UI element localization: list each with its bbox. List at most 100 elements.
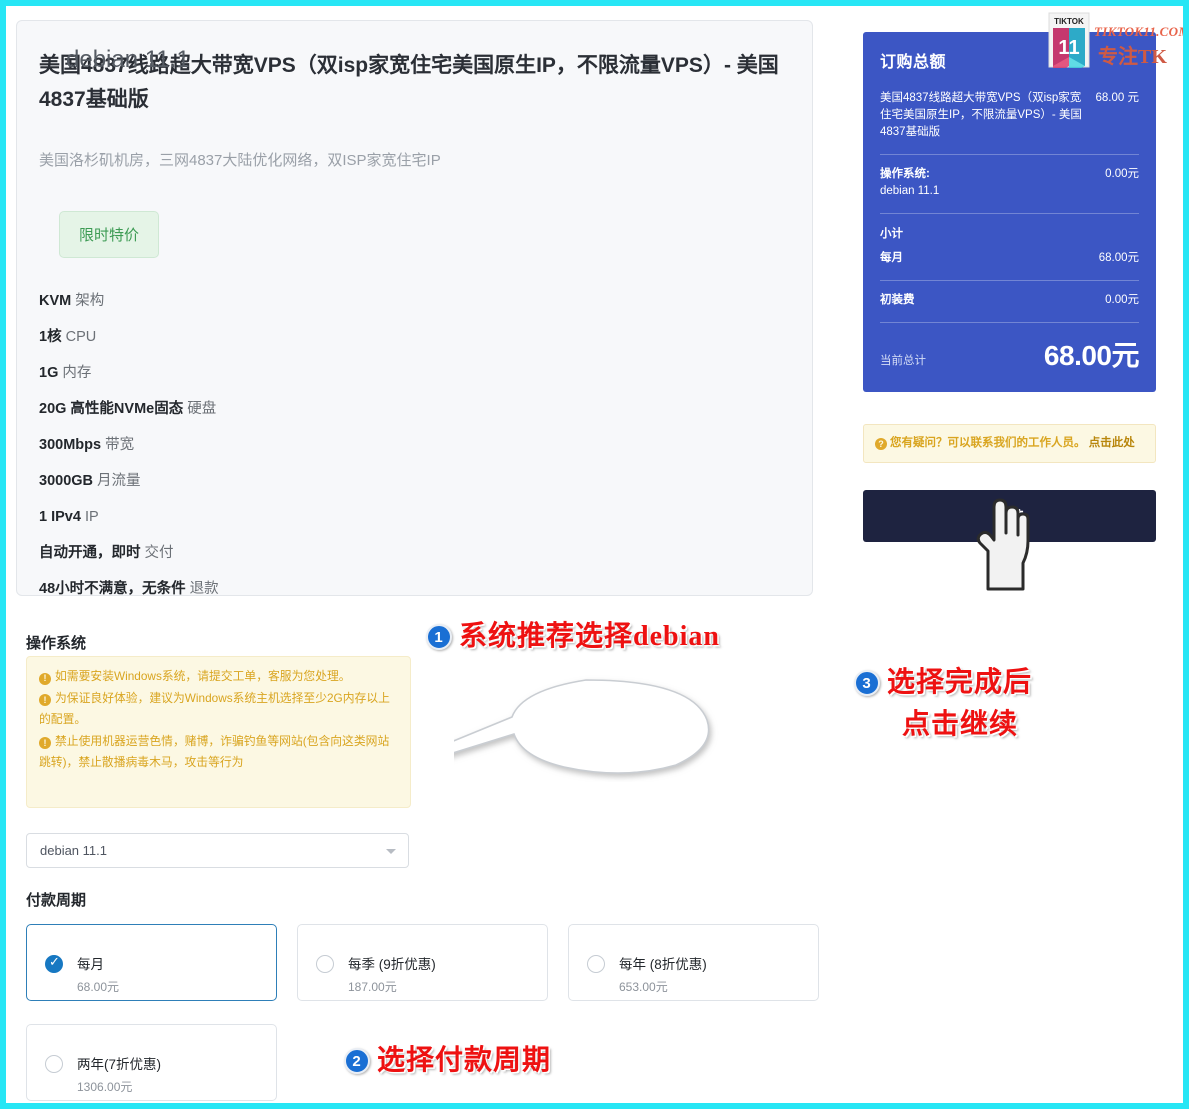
- payment-option[interactable]: 每年 (8折优惠) 653.00元: [568, 924, 819, 1001]
- payment-section-title: 付款周期: [26, 892, 87, 909]
- spec-list: KVM 架构 1核 CPU 1G 内存 20G 高性能NVMe固态 硬盘 300Mbps…: [39, 283, 769, 607]
- spec-value: 1 IPv4: [39, 509, 81, 525]
- payment-option-name: 每季 (9折优惠): [348, 957, 436, 972]
- help-notice: ? 您有疑问？可以联系我们的工作人员。 点击此处: [863, 424, 1156, 463]
- payment-option-price: 68.00元: [77, 980, 120, 994]
- summary-monthly-price: 68.00元: [1098, 252, 1139, 264]
- callout-bubble: [454, 679, 710, 774]
- step-number-3-icon: 3: [854, 670, 880, 696]
- alert-icon: !: [39, 672, 51, 685]
- step-number-1-icon: 1: [426, 624, 452, 650]
- radio-unchecked-icon[interactable]: [316, 955, 334, 973]
- radio-checked-icon[interactable]: [45, 954, 63, 973]
- payment-option-name: 每年 (8折优惠): [619, 957, 707, 972]
- summary-subtotal-heading: 小计: [880, 228, 903, 240]
- order-summary-panel: 订购总额 美国4837线路超大带宽VPS（双isp家宽住宅美国原生IP，不限流量…: [863, 32, 1156, 392]
- promo-badge: 限时特价: [59, 211, 159, 258]
- spec-label: 硬盘: [183, 401, 217, 417]
- summary-total-row: 当前总计 68.00元: [880, 334, 1140, 374]
- spec-row: 3000GB 月流量: [39, 463, 769, 499]
- continue-button[interactable]: 继续: [863, 490, 1156, 542]
- spec-value: 1G: [39, 365, 59, 381]
- spec-label: 退款: [185, 581, 219, 597]
- radio-unchecked-icon[interactable]: [45, 1055, 63, 1073]
- summary-total-value: 68.00元: [1043, 340, 1140, 371]
- help-link[interactable]: 点击此处: [1089, 437, 1135, 449]
- spec-label: 月流量: [93, 473, 141, 489]
- os-select-value: debian 11.1: [40, 843, 107, 858]
- summary-setup-label: 初装费: [880, 294, 915, 306]
- alert-icon: !: [39, 737, 51, 750]
- annotation-step-3-line2: 点击继续: [902, 709, 1019, 740]
- payment-option-price: 1306.00元: [77, 1080, 133, 1094]
- annotation-step-3: 3 选择完成后 点击继续: [854, 662, 1032, 746]
- spec-label: 带宽: [101, 437, 135, 453]
- os-warning-box: ! 如需要安装Windows系统，请提交工单，客服为您处理。! 为保证良好体验，建议…: [26, 656, 411, 808]
- step-number-2-icon: 2: [344, 1048, 370, 1074]
- radio-unchecked-icon[interactable]: [587, 955, 605, 973]
- spec-row: KVM 架构: [39, 283, 769, 319]
- warning-text: 为保证良好体验，建议为Windows系统主机选择至少2G内存以上的配置。: [39, 690, 390, 727]
- warning-line: ! 如需要安装Windows系统，请提交工单，客服为您处理。: [39, 666, 398, 688]
- spec-value: KVM: [39, 293, 72, 309]
- product-subtitle: 美国洛杉矶机房，三网4837大陆优化网络，双ISP家宽住宅IP: [39, 152, 441, 169]
- divider: [880, 322, 1139, 323]
- payment-option-price: 187.00元: [348, 980, 397, 994]
- spec-value: 20G 高性能NVMe固态: [39, 401, 184, 417]
- summary-item-name: 美国4837线路超大带宽VPS（双isp家宽住宅美国原生IP，不限流量VPS）-…: [880, 92, 1082, 138]
- spec-label: IP: [80, 509, 99, 525]
- divider: [880, 154, 1139, 155]
- help-text: 您有疑问？可以联系我们的工作人员。: [890, 437, 1086, 449]
- summary-item-row: 美国4837线路超大带宽VPS（双isp家宽住宅美国原生IP，不限流量VPS）-…: [880, 90, 1139, 141]
- spec-row: 300Mbps 带宽: [39, 427, 769, 463]
- spec-row: 1 IPv4 IP: [39, 499, 769, 535]
- payment-option[interactable]: 每季 (9折优惠) 187.00元: [297, 924, 548, 1001]
- payment-option[interactable]: 两年(7折优惠) 1306.00元: [26, 1024, 277, 1101]
- spec-row: 1核 CPU: [39, 319, 769, 355]
- annotation-step-3-line1: 选择完成后: [887, 667, 1033, 698]
- spec-row: 1G 内存: [39, 355, 769, 391]
- question-icon: ?: [875, 438, 887, 450]
- screenshot-root: 美国4837线路超大带宽VPS（双isp家宽住宅美国原生IP，不限流量VPS）-…: [0, 0, 1189, 1109]
- annotation-step-2: 2 选择付款周期: [344, 1038, 551, 1078]
- summary-monthly-row: 每月 68.00元: [880, 250, 1139, 267]
- spec-row: 48小时不满意，无条件 退款: [39, 571, 769, 607]
- summary-heading: 订购总额: [880, 54, 947, 71]
- callout-text: debian 11.1: [66, 46, 190, 73]
- os-select[interactable]: debian 11.1: [26, 833, 409, 868]
- spec-label: CPU: [61, 329, 97, 345]
- summary-total-label: 当前总计: [880, 355, 926, 367]
- spec-row: 20G 高性能NVMe固态 硬盘: [39, 391, 769, 427]
- product-card: 美国4837线路超大带宽VPS（双isp家宽住宅美国原生IP，不限流量VPS）-…: [16, 20, 813, 597]
- summary-os-label: 操作系统:: [880, 168, 930, 180]
- payment-option-name: 每月: [77, 957, 104, 972]
- spec-value: 3000GB: [39, 473, 94, 489]
- summary-os-row: 操作系统: 0.00元: [880, 166, 1139, 183]
- spec-value: 1核: [39, 329, 62, 345]
- spec-label: 架构: [71, 293, 105, 309]
- payment-option-name: 两年(7折优惠): [77, 1057, 161, 1072]
- summary-monthly-label: 每月: [880, 252, 903, 264]
- divider: [880, 213, 1139, 214]
- warning-text: 如需要安装Windows系统，请提交工单，客服为您处理。: [55, 669, 351, 683]
- annotation-step-1-text: 系统推荐选择debian: [459, 621, 720, 652]
- os-section-title: 操作系统: [26, 635, 87, 652]
- payment-option-price: 653.00元: [619, 980, 668, 994]
- spec-label: 内存: [58, 365, 92, 381]
- warning-line: ! 为保证良好体验，建议为Windows系统主机选择至少2G内存以上的配置。: [39, 688, 398, 731]
- summary-setup-row: 初装费 0.00元: [880, 292, 1139, 309]
- chevron-down-icon: [386, 849, 396, 854]
- divider: [880, 280, 1139, 281]
- spec-label: 交付: [140, 545, 174, 561]
- annotation-step-1: 1 系统推荐选择debian: [426, 614, 720, 654]
- summary-os-value: debian 11.1: [880, 185, 940, 197]
- spec-value: 48小时不满意，无条件: [39, 581, 186, 597]
- summary-os-price: 0.00元: [1105, 168, 1139, 180]
- spec-value: 自动开通，即时: [39, 545, 141, 561]
- summary-setup-price: 0.00元: [1105, 294, 1139, 306]
- warning-line: ! 禁止使用机器运营色情，赌博，诈骗钓鱼等网站(包含向这类网站跳转)，禁止散播病毒…: [39, 731, 398, 774]
- payment-option[interactable]: 每月 68.00元: [26, 924, 277, 1001]
- annotation-step-2-text: 选择付款周期: [377, 1045, 552, 1076]
- spec-value: 300Mbps: [39, 437, 102, 453]
- summary-item-price: 68.00 元: [1095, 92, 1139, 104]
